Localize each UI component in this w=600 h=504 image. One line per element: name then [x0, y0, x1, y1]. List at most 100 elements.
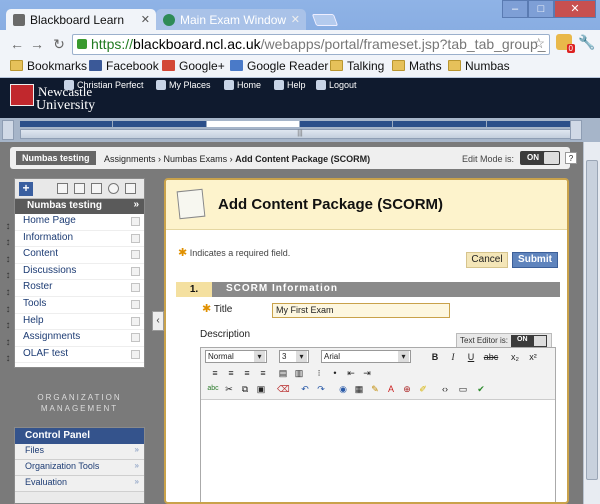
table-icon[interactable]: ▦	[353, 383, 365, 395]
underline-icon[interactable]: U	[465, 351, 477, 363]
highlight-icon[interactable]: ✐	[417, 383, 429, 395]
page-help-button[interactable]: ?	[565, 152, 577, 164]
drag-handle-icon[interactable]: ↕	[3, 287, 13, 301]
item-options-icon[interactable]	[131, 283, 140, 293]
minimize-icon[interactable]: –	[502, 0, 528, 18]
cp-item-evaluation[interactable]: Evaluation »	[15, 476, 144, 492]
preview-icon[interactable]: ▭	[457, 383, 469, 395]
my-places-link[interactable]: My Places	[156, 80, 211, 90]
drag-handle-icon[interactable]: ↕	[3, 237, 13, 251]
item-options-icon[interactable]	[131, 316, 140, 326]
check-icon[interactable]: ✔	[475, 383, 487, 395]
redo-icon[interactable]: ↷	[315, 383, 327, 395]
item-options-icon[interactable]	[131, 250, 140, 260]
reload-icon[interactable]: ↻	[50, 36, 68, 53]
back-arrow-icon[interactable]: ←	[8, 36, 26, 52]
title-input[interactable]: My First Exam	[272, 303, 450, 318]
pencil-icon[interactable]: ✎	[369, 383, 381, 395]
menu-item-roster[interactable]: Roster	[15, 280, 144, 297]
extension-icon[interactable]: 0	[556, 34, 575, 53]
stripe-segment[interactable]	[206, 121, 300, 127]
bookmark-google-reader[interactable]: Google Reader	[230, 59, 328, 73]
font-select[interactable]: Arial	[321, 350, 411, 363]
expand-icon[interactable]: »	[133, 199, 139, 210]
menu-item-home-page[interactable]: Home Page	[15, 214, 144, 231]
item-options-icon[interactable]	[131, 349, 140, 359]
clear-formatting-icon[interactable]: ⌫	[277, 383, 290, 395]
stripe-segment[interactable]	[20, 121, 114, 127]
breadcrumb-numbas-exams[interactable]: Numbas Exams	[164, 154, 228, 164]
strikethrough-icon[interactable]: abc	[483, 351, 499, 363]
drag-handle-icon[interactable]: ↕	[3, 353, 13, 367]
logout-link[interactable]: Logout	[316, 80, 357, 90]
align-center-icon[interactable]: ≡	[225, 367, 237, 379]
paste-word-icon[interactable]: ▥	[293, 367, 305, 379]
menu-item-information[interactable]: Information	[15, 231, 144, 248]
bookmark-star-icon[interactable]: ☆	[532, 35, 545, 52]
align-left-icon[interactable]: ≡	[209, 367, 221, 379]
control-panel-title[interactable]: Control Panel	[15, 428, 144, 444]
drag-handle-icon[interactable]: ↕	[3, 304, 13, 318]
forward-arrow-icon[interactable]: →	[28, 36, 46, 52]
text-editor-toggle[interactable]: ON	[511, 335, 547, 347]
item-options-icon[interactable]	[131, 266, 140, 276]
stripe-segment[interactable]	[486, 121, 580, 127]
drag-handle-icon[interactable]: ↕	[3, 337, 13, 351]
frame-resize-handle[interactable]: |||	[20, 129, 580, 139]
reorder-icon[interactable]	[125, 183, 136, 194]
help-link[interactable]: Help	[274, 80, 306, 90]
item-options-icon[interactable]	[131, 217, 140, 226]
menu-item-olaf-test[interactable]: OLAF test	[15, 347, 144, 364]
tab-main-exam-window[interactable]: Main Exam Window ✕	[156, 9, 306, 31]
size-select[interactable]: 3	[279, 350, 309, 363]
address-bar[interactable]: https://blackboard.ncl.ac.uk/webapps/por…	[72, 34, 550, 55]
drag-handle-icon[interactable]: ↕	[3, 320, 13, 334]
new-window-icon[interactable]	[91, 183, 102, 194]
stripe-segment[interactable]	[393, 121, 487, 127]
format-select[interactable]: Normal	[205, 350, 267, 363]
copy-icon[interactable]: ⧉	[239, 383, 251, 395]
new-tab-button[interactable]	[311, 14, 339, 26]
bookmark-numbas[interactable]: Numbas	[448, 59, 510, 73]
menu-item-content[interactable]: Content	[15, 247, 144, 264]
drag-handle-icon[interactable]: ↕	[3, 221, 13, 235]
item-options-icon[interactable]	[131, 333, 140, 343]
cp-item-files[interactable]: Files »	[15, 444, 144, 460]
bookmark-talking[interactable]: Talking	[330, 59, 384, 73]
undo-icon[interactable]: ↶	[299, 383, 311, 395]
stripe-segment[interactable]	[299, 121, 394, 127]
window-close-icon[interactable]: ✕	[554, 0, 596, 18]
cancel-button[interactable]: Cancel	[466, 252, 508, 268]
home-link[interactable]: Home	[224, 80, 261, 90]
add-menu-item-button[interactable]: +	[19, 182, 33, 196]
tab-blackboard-learn[interactable]: Blackboard Learn ✕	[6, 9, 156, 31]
list-view-icon[interactable]	[57, 183, 68, 194]
wrench-icon[interactable]: 🔧	[578, 34, 595, 51]
breadcrumb-course[interactable]: Numbas testing	[16, 151, 96, 165]
justify-icon[interactable]: ≡	[257, 367, 269, 379]
cp-item-organization-tools[interactable]: Organization Tools »	[15, 460, 144, 476]
paste-text-icon[interactable]: ▤	[277, 367, 289, 379]
close-tab-icon[interactable]: ✕	[291, 13, 300, 26]
collapse-menu-button[interactable]: ‹	[152, 311, 164, 331]
user-name-link[interactable]: Christian Perfect	[64, 80, 144, 90]
drag-handle-icon[interactable]: ↕	[3, 254, 13, 268]
folder-view-icon[interactable]	[74, 183, 85, 194]
html-source-icon[interactable]: ‹›	[439, 383, 451, 395]
menu-item-discussions[interactable]: Discussions	[15, 264, 144, 281]
vertical-scrollbar[interactable]	[583, 142, 600, 504]
superscript-icon[interactable]: x²	[527, 351, 539, 363]
editor-body[interactable]	[201, 400, 555, 502]
numbered-list-icon[interactable]: ⁝	[313, 367, 325, 379]
menu-item-assignments[interactable]: Assignments	[15, 330, 144, 347]
indent-icon[interactable]: ⇥	[361, 367, 373, 379]
item-options-icon[interactable]	[131, 299, 140, 309]
cut-icon[interactable]: ✂	[223, 383, 235, 395]
right-frame-button[interactable]	[570, 120, 582, 140]
close-tab-icon[interactable]: ✕	[141, 13, 150, 26]
scrollbar-thumb[interactable]	[586, 160, 598, 480]
spellcheck-icon[interactable]: abc	[207, 383, 219, 395]
maximize-icon[interactable]: □	[528, 0, 554, 18]
bookmark-bookmarks[interactable]: Bookmarks	[10, 59, 87, 73]
bookmark-maths[interactable]: Maths	[392, 59, 442, 73]
